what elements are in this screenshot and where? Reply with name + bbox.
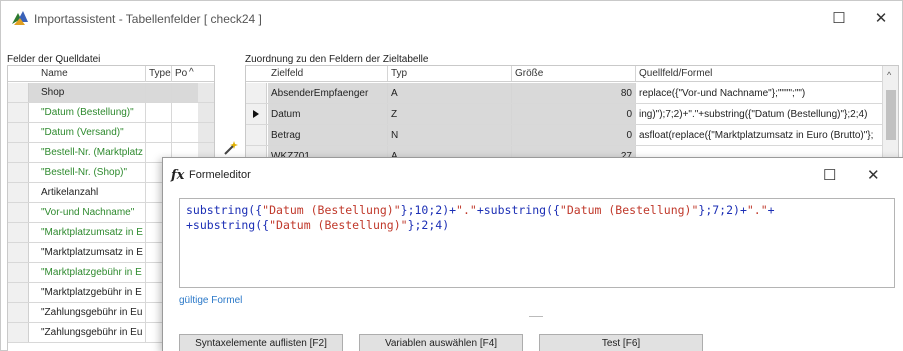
column-header-target-type[interactable]: Typ: [391, 68, 407, 79]
formula-editor-dialog: fx Formeleditor ☐ ✕ substring({"Datum (B…: [162, 157, 903, 351]
formula-editor-title: Formeleditor: [189, 169, 251, 181]
target-field-type: A: [391, 88, 398, 99]
target-field-formula[interactable]: asfloat(replace({"Marktplatzumsatz in Eu…: [639, 130, 881, 141]
target-mapping-grid[interactable]: Zielfeld Typ Größe Quellfeld/Formel Abse…: [245, 65, 899, 165]
source-field-name: "Marktplatzgebühr in E: [41, 267, 142, 278]
source-field-name: "Zahlungsgebühr in Eu: [41, 327, 143, 338]
maximize-button[interactable]: ☐: [829, 9, 849, 27]
row-header[interactable]: [8, 123, 29, 142]
source-field-row[interactable]: "Datum (Versand)": [8, 123, 214, 143]
target-mapping-label: Zuordnung zu den Feldern der Zieltabelle: [245, 54, 429, 65]
scrollbar-thumb[interactable]: [886, 90, 896, 140]
row-header[interactable]: [8, 303, 29, 322]
test-button[interactable]: Test [F6]: [539, 334, 703, 351]
target-grid-scrollbar[interactable]: ^: [882, 66, 898, 164]
source-field-row[interactable]: Shop: [8, 83, 214, 103]
import-assistant-window: Importassistent - Tabellenfelder [ check…: [0, 0, 903, 351]
resize-gripper[interactable]: [529, 316, 543, 317]
target-field-row[interactable]: Betrag N 0 asfloat(replace({"Marktplatzumsa…: [246, 125, 898, 146]
source-field-name: "Datum (Bestellung)": [41, 107, 134, 118]
target-field-row[interactable]: AbsenderEmpfaenger A 80 replace({"Vor-und N…: [246, 83, 898, 104]
source-field-name: "Datum (Versand)": [41, 127, 124, 138]
column-header-type[interactable]: Type: [149, 68, 171, 79]
target-field-name: Betrag: [271, 130, 301, 141]
target-field-size: 80: [620, 88, 632, 99]
row-header[interactable]: [8, 283, 29, 302]
formula-input[interactable]: substring({"Datum (Bestellung)"};10;2)+"…: [179, 198, 895, 288]
column-header-size[interactable]: Größe: [515, 68, 543, 79]
fx-icon: fx: [171, 168, 185, 183]
source-field-name: "Vor-und Nachname": [41, 207, 135, 218]
target-field-type: Z: [391, 109, 398, 120]
close-button[interactable]: ✕: [871, 9, 891, 27]
row-header[interactable]: [8, 143, 29, 162]
dialog-maximize-button[interactable]: ☐: [823, 166, 836, 184]
row-header[interactable]: [246, 104, 267, 124]
target-field-formula[interactable]: ing)");7;2)+"."+substring({"Datum (Beste…: [639, 109, 881, 120]
magic-wand-icon[interactable]: [223, 140, 239, 156]
target-field-size: 0: [626, 130, 632, 141]
target-field-name: Datum: [271, 109, 301, 120]
window-title: Importassistent - Tabellenfelder [ check…: [34, 12, 262, 26]
source-field-row[interactable]: "Datum (Bestellung)": [8, 103, 214, 123]
row-header[interactable]: [8, 323, 29, 342]
source-field-name: "Bestell-Nr. (Marktplatz: [41, 147, 143, 158]
source-field-name: "Marktplatzumsatz in E: [41, 227, 143, 238]
row-header[interactable]: [8, 223, 29, 242]
title-bar: Importassistent - Tabellenfelder [ check…: [1, 1, 902, 35]
target-grid-header: Zielfeld Typ Größe Quellfeld/Formel: [246, 66, 898, 82]
target-field-formula[interactable]: replace({"Vor-und Nachname"};"""";""): [639, 88, 881, 99]
target-field-row[interactable]: Datum Z 0 ing)");7;2)+"."+substring({"Datum…: [246, 104, 898, 125]
row-header[interactable]: [8, 163, 29, 182]
sort-ascending-icon[interactable]: ^: [189, 67, 194, 78]
choose-variables-button[interactable]: Variablen auswählen [F4]: [359, 334, 523, 351]
row-header[interactable]: [8, 83, 29, 102]
row-header[interactable]: [8, 103, 29, 122]
dialog-close-button[interactable]: ✕: [867, 166, 880, 184]
source-field-name: Shop: [41, 87, 65, 98]
target-field-name: AbsenderEmpfaenger: [271, 88, 369, 99]
target-field-size: 0: [626, 109, 632, 120]
source-field-name: "Bestell-Nr. (Shop)": [41, 167, 128, 178]
list-syntax-elements-button[interactable]: Syntaxelemente auflisten [F2]: [179, 334, 343, 351]
source-fields-label: Felder der Quelldatei: [7, 54, 101, 65]
column-header-target-field[interactable]: Zielfeld: [271, 68, 303, 79]
column-header-name[interactable]: Name: [41, 68, 68, 79]
column-header-position[interactable]: Po: [175, 68, 187, 79]
source-field-name: Artikelanzahl: [41, 187, 99, 198]
source-field-name: "Marktplatzgebühr in E: [41, 287, 142, 298]
formula-editor-title-bar: fx Formeleditor ☐ ✕: [163, 158, 903, 192]
row-header[interactable]: [8, 203, 29, 222]
row-header[interactable]: [246, 83, 267, 103]
column-header-formula[interactable]: Quellfeld/Formel: [639, 68, 712, 79]
row-header[interactable]: [8, 243, 29, 262]
row-header[interactable]: [246, 125, 267, 145]
source-grid-header: Name Type Po ^: [8, 66, 214, 82]
row-header[interactable]: [8, 183, 29, 202]
row-header[interactable]: [8, 263, 29, 282]
source-field-name: "Zahlungsgebühr in Eu: [41, 307, 143, 318]
source-field-name: "Marktplatzumsatz in E: [41, 247, 143, 258]
scroll-up-icon[interactable]: ^: [887, 70, 891, 80]
formula-status: gültige Formel: [179, 295, 243, 306]
app-logo-icon: [12, 11, 28, 25]
target-field-type: N: [391, 130, 399, 141]
